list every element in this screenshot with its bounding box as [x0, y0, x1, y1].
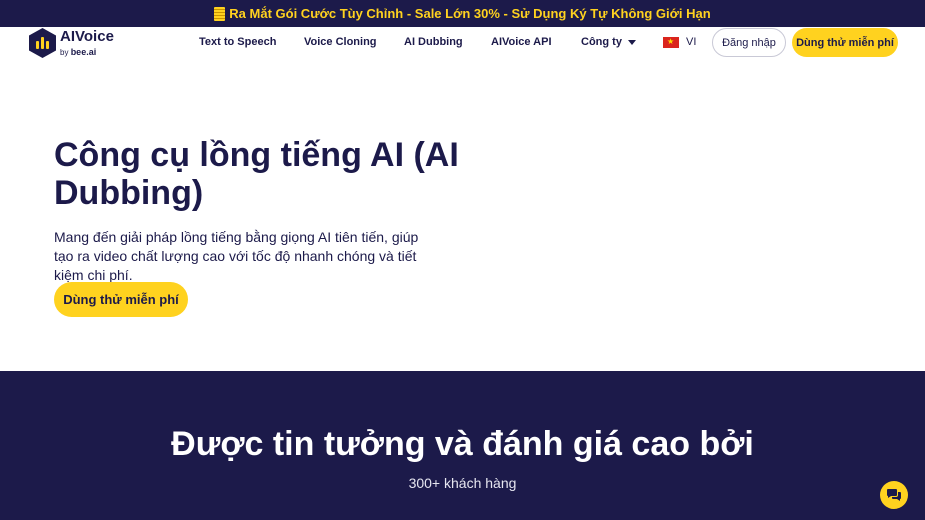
nav-text-to-speech[interactable]: Text to Speech [199, 36, 276, 48]
logo-mark-icon [29, 28, 56, 58]
try-free-button-header[interactable]: Dùng thử miễn phí [792, 28, 898, 57]
nav-company-dropdown[interactable]: Công ty [581, 36, 636, 48]
coin-stack-icon [214, 6, 226, 21]
chevron-down-icon [627, 39, 636, 45]
top-navigation: AIVoice by bee.ai Text to Speech Voice C… [0, 27, 925, 59]
chat-button[interactable] [880, 481, 908, 509]
trust-subheading: 300+ khách hàng [408, 475, 517, 491]
language-code: VI [686, 36, 697, 48]
hero-title: Công cụ lồng tiếng AI (AI Dubbing) [54, 136, 459, 212]
hero-description: Mang đến giải pháp lồng tiếng bằng giọng… [54, 229, 419, 283]
promo-banner[interactable]: Ra Mắt Gói Cước Tùy Chỉnh - Sale Lớn 30%… [0, 0, 925, 27]
nav-ai-dubbing[interactable]: AI Dubbing [404, 36, 463, 48]
trust-section: Được tin tưởng và đánh giá cao bởi 300+ … [0, 371, 925, 520]
logo[interactable]: AIVoice by bee.ai [29, 28, 119, 58]
logo-byline: by bee.ai [60, 47, 97, 57]
trust-heading: Được tin tưởng và đánh giá cao bởi [171, 425, 754, 463]
login-button[interactable]: Đăng nhập [712, 28, 786, 57]
promo-text: Ra Mắt Gói Cước Tùy Chỉnh - Sale Lớn 30%… [229, 6, 711, 21]
nav-voice-cloning[interactable]: Voice Cloning [304, 36, 377, 48]
language-switcher[interactable]: VI [663, 36, 696, 48]
try-free-button-hero[interactable]: Dùng thử miễn phí [54, 282, 188, 317]
logo-brand: AIVoice [60, 28, 114, 45]
chat-bubble-icon [887, 489, 901, 501]
vietnam-flag-icon [663, 36, 679, 48]
nav-aivoice-api[interactable]: AIVoice API [491, 36, 552, 48]
